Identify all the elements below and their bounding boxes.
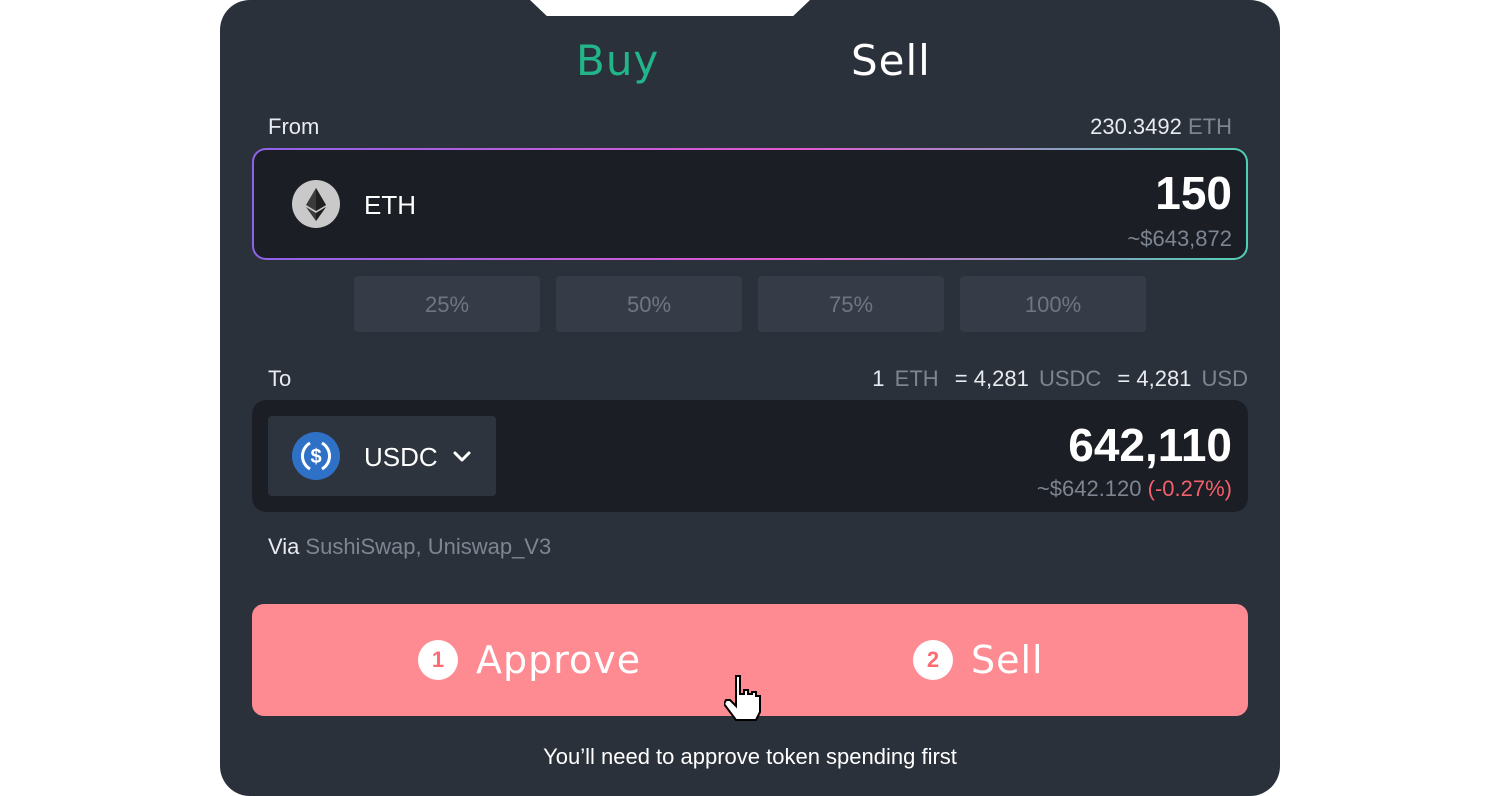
to-output-box: $ USDC 642,110 ~$642.120 (-0.27%) [252, 400, 1248, 512]
rate-usd-unit: USD [1201, 366, 1248, 391]
from-amount-input[interactable]: 150 [1155, 166, 1232, 220]
step-2-badge: 2 [913, 640, 953, 680]
rate-usd-eq: = 4,281 [1117, 366, 1192, 391]
to-amount: 642,110 [1068, 419, 1232, 471]
exchange-rate: 1 ETH = 4,281 USDC = 4,281 USD [868, 366, 1248, 392]
from-label: From [268, 114, 320, 139]
tab-sell[interactable]: Sell [851, 36, 931, 85]
svg-text:$: $ [310, 446, 321, 468]
approval-note: You’ll need to approve token spending fi… [543, 744, 957, 769]
card-notch [530, 0, 810, 16]
to-token-name: USDC [364, 442, 438, 472]
percent-75-button[interactable]: 75% [758, 276, 944, 332]
ethereum-icon [292, 180, 340, 228]
rate-usdc-unit: USDC [1038, 366, 1102, 391]
approve-label: Approve [476, 638, 642, 682]
to-usd-amount: ~$642.120 [1036, 476, 1142, 501]
approve-step[interactable]: 1 Approve [418, 638, 641, 682]
chevron-down-icon [453, 451, 471, 462]
tab-buy[interactable]: Buy [576, 36, 659, 85]
route-info: Via SushiSwap, Uniswap_V3 [268, 534, 551, 560]
to-usd-value: ~$642.120 (-0.27%) [1037, 476, 1232, 502]
from-token-name: ETH [364, 190, 416, 220]
percent-50-button[interactable]: 50% [556, 276, 742, 332]
from-balance: 230.3492 ETH [1090, 114, 1232, 140]
rate-eth-unit: ETH [894, 366, 939, 391]
percent-25-button[interactable]: 25% [354, 276, 540, 332]
sell-label: Sell [971, 638, 1044, 682]
sell-step[interactable]: 2 Sell [913, 638, 1044, 682]
percent-100-button[interactable]: 100% [960, 276, 1146, 332]
to-label: To [268, 366, 292, 391]
price-impact: (-0.27%) [1147, 476, 1232, 501]
rate-eth-qty: 1 [872, 366, 885, 391]
usdc-icon: $ [292, 432, 340, 480]
from-usd-value: ~$643,872 [1127, 226, 1232, 251]
via-routes: SushiSwap, Uniswap_V3 [305, 534, 552, 559]
step-1-badge: 1 [418, 640, 458, 680]
hand-cursor-icon [724, 675, 761, 721]
from-input-box[interactable]: ETH 150 ~$643,872 [252, 148, 1248, 260]
rate-usdc-eq: = 4,281 [954, 366, 1029, 391]
to-token-select[interactable]: $ USDC [268, 416, 496, 496]
balance-unit: ETH [1188, 114, 1232, 139]
balance-value: 230.3492 [1090, 114, 1182, 139]
via-label: Via [268, 534, 300, 559]
